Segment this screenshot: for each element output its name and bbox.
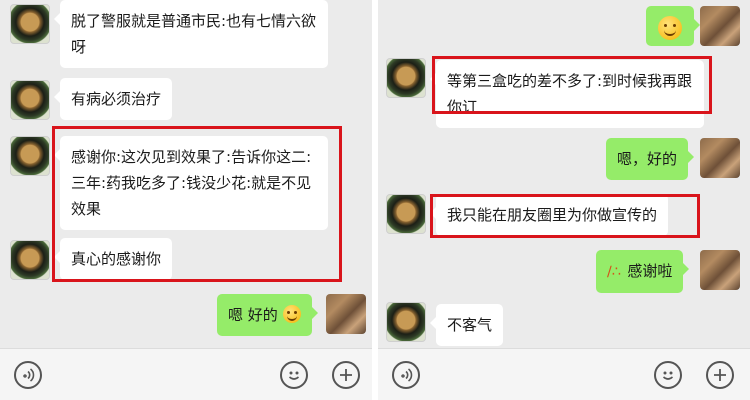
contact-avatar[interactable] <box>10 136 50 176</box>
message-text: 嗯 好的 <box>228 306 278 324</box>
my-avatar[interactable] <box>700 138 740 178</box>
plus-icon[interactable] <box>332 361 360 389</box>
my-avatar[interactable] <box>700 250 740 290</box>
contact-avatar[interactable] <box>10 240 50 280</box>
message-row: 有病必须治疗 <box>0 78 372 122</box>
input-toolbar <box>0 348 372 400</box>
message-row: ∕∴ 感谢啦 <box>378 250 750 294</box>
message-row <box>378 6 750 50</box>
contact-avatar[interactable] <box>386 58 426 98</box>
message-row: 脱了警服就是普通市民:也有七情六欲呀 <box>0 0 372 68</box>
message-bubble[interactable]: 有病必须治疗 <box>53 78 173 120</box>
left-chat-panel: 脱了警服就是普通市民:也有七情六欲呀 有病必须治疗 感谢你:这次见到效果了:告诉… <box>0 0 372 400</box>
contact-avatar[interactable] <box>386 302 426 342</box>
emoji-icon[interactable] <box>654 361 682 389</box>
message-bubble[interactable]: 脱了警服就是普通市民:也有七情六欲呀 <box>54 0 328 68</box>
contact-avatar[interactable] <box>10 4 50 44</box>
message-row: 嗯 好的 <box>0 294 372 338</box>
message-row: 不客气 <box>378 302 750 346</box>
message-bubble[interactable]: 不客气 <box>429 304 504 346</box>
red-highlight-box <box>430 194 700 238</box>
my-avatar[interactable] <box>700 6 740 46</box>
input-toolbar <box>378 348 750 400</box>
right-chat-panel: 等第三盒吃的差不多了:到时候我再跟你订 嗯，好的 我只能在朋友圈里为你做宣传的 … <box>378 0 750 400</box>
message-text: 感谢啦 <box>627 262 673 280</box>
red-highlight-box <box>52 126 342 282</box>
emoji-icon[interactable] <box>280 361 308 389</box>
voice-icon[interactable] <box>392 361 420 389</box>
message-bubble[interactable]: 嗯 好的 <box>217 294 318 336</box>
my-avatar[interactable] <box>326 294 366 334</box>
message-row: 嗯，好的 <box>378 138 750 182</box>
contact-avatar[interactable] <box>10 80 50 120</box>
party-popper-emoji: ∕∴ <box>607 264 621 280</box>
plus-icon[interactable] <box>706 361 734 389</box>
contact-avatar[interactable] <box>386 194 426 234</box>
message-bubble[interactable]: 嗯，好的 <box>606 138 695 180</box>
smile-emoji <box>658 15 682 40</box>
smile-emoji <box>282 305 301 323</box>
message-bubble[interactable] <box>646 6 700 46</box>
message-bubble[interactable]: ∕∴ 感谢啦 <box>596 250 690 293</box>
red-highlight-box <box>432 56 712 114</box>
voice-icon[interactable] <box>14 361 42 389</box>
